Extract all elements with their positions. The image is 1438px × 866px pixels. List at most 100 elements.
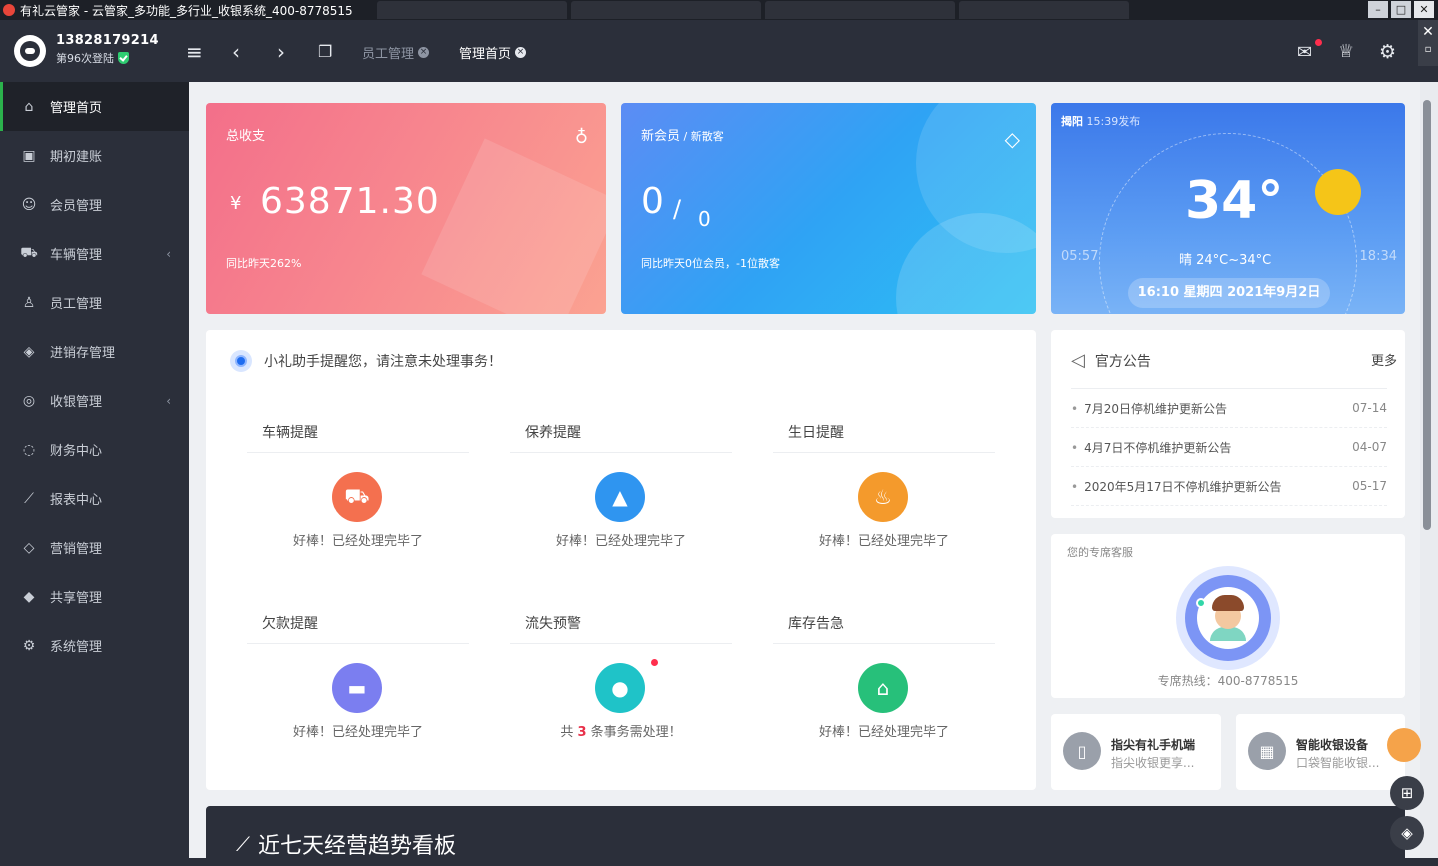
reminder-churn[interactable]: 流失预警 ● 共 3 条事务需处理！ [510,613,732,783]
account-phone: 13828179214 [56,33,159,48]
reminder-birthday[interactable]: 生日提醒 ♨ 好棒！已经处理完毕了 [773,422,995,592]
income-label: 总收支 [226,129,266,144]
list-item[interactable]: 7月20日停机维护更新公告 07-14 [1071,389,1387,428]
promo-title: 智能收银设备 [1296,738,1369,752]
weather-range: 晴 24°C~34°C [1179,253,1272,268]
reminder-maintenance[interactable]: 保养提醒 ▲ 好棒！已经处理完毕了 [510,422,732,592]
announcements-panel: ◁ 官方公告 更多 7月20日停机维护更新公告 07-14 4月7日不停机维护更… [1051,330,1405,518]
phone-icon: ▯ [1063,732,1101,770]
minimize-button[interactable]: – [1368,1,1388,18]
login-count: 第96次登陆 [56,50,159,66]
list-item[interactable]: 4月7日不停机维护更新公告 04-07 [1071,428,1387,467]
sidebar-item-system[interactable]: ⚙ 系统管理 [0,621,189,670]
reminder-message: 好棒！已经处理完毕了 [292,725,423,740]
online-dot [1196,598,1206,608]
tab-staff[interactable]: 员工管理 × [362,43,430,62]
more-link[interactable]: 更多 [1371,350,1397,369]
reminder-title: 库存告急 [788,616,844,632]
members-card[interactable]: 新会员 / 新散客 ◇ 0 / 0 同比昨天0位会员，-1位散客 [621,103,1036,314]
sidebar-item-marketing[interactable]: ◇ 营销管理 [0,523,189,572]
income-card[interactable]: 总收支 ♁ ¥ 63871.30 同比昨天262% [206,103,606,314]
reminder-message: 好棒！已经处理完毕了 [818,725,949,740]
income-value: 63871.30 [260,181,440,222]
churn-msg-post: 条事务需处理！ [590,725,682,740]
sidebar-item-staff[interactable]: ♙ 员工管理 [0,278,189,327]
service-label: 您的专席客服 [1067,546,1133,559]
sidebar-item-opening[interactable]: ▣ 期初建账 [0,131,189,180]
tab-home[interactable]: 管理首页 × [459,43,527,62]
trend-title: ⟋ 近七天经营趋势看板 [236,828,456,860]
weather-city: 揭阳 [1061,115,1083,128]
sidebar-item-members[interactable]: ☺ 会员管理 [0,180,189,229]
diamond-icon: ◇ [1004,127,1020,151]
customer-service-card: 您的专席客服 专席热线：400-8778515 [1051,534,1405,698]
sidebar-item-label: 会员管理 [50,199,103,214]
copy-icon[interactable]: ❐ [318,42,332,62]
promo-device[interactable]: ▦ 智能收银设备 口袋智能收银... [1236,714,1405,790]
card-decoration [896,213,1036,314]
tab-close-icon[interactable]: × [418,47,430,58]
reminder-stock[interactable]: 库存告急 ⌂ 好棒！已经处理完毕了 [773,613,995,783]
sidebar-item-label: 进销存管理 [50,346,116,361]
window-controls: – □ ✕ [1368,1,1434,18]
side-window-icon[interactable]: ▫ [1418,44,1438,55]
promo-subtitle: 口袋智能收银... [1296,756,1380,770]
reminder-vehicle[interactable]: 车辆提醒 ⛟ 好棒！已经处理完毕了 [247,422,469,592]
sidebar-item-finance[interactable]: ◌ 财务中心 [0,425,189,474]
sidebar-item-home[interactable]: ⌂ 管理首页 [0,82,189,131]
sidebar-item-reports[interactable]: ⟋ 报表中心 [0,474,189,523]
side-tools: ✕ ▫ [1418,20,1438,66]
close-button[interactable]: ✕ [1414,1,1434,18]
weather-temp: 34° [1185,171,1284,231]
vertical-scrollbar[interactable] [1420,82,1438,858]
home-icon: ⌂ [24,98,34,115]
browser-tab[interactable] [958,1,1129,19]
maximize-button[interactable]: □ [1391,1,1411,18]
list-item[interactable]: 2020年5月17日不停机维护更新公告 05-17 [1071,467,1387,506]
reminders-header: 小礼助手提醒您，请注意未处理事务！ [230,350,502,372]
alert-dot [651,659,658,666]
browser-tab[interactable] [570,1,761,19]
forward-icon[interactable]: › [277,42,285,62]
income-currency: ¥ [230,193,242,214]
scrollbar-thumb[interactable] [1423,100,1431,530]
mail-icon[interactable]: ✉ [1297,43,1312,63]
promo-subtitle: 指尖收银更享... [1111,756,1195,770]
main-content: 总收支 ♁ ¥ 63871.30 同比昨天262% 新会员 / 新散客 ◇ 0 … [189,82,1420,866]
menu-toggle-icon[interactable]: ≡ [186,42,203,62]
sidebar-item-label: 管理首页 [50,101,103,116]
helper-mascot-icon[interactable] [1387,728,1421,762]
finance-icon: ◌ [22,441,36,458]
sidebar-item-inventory[interactable]: ◈ 进销存管理 [0,327,189,376]
sidebar-item-label: 共享管理 [50,591,103,606]
sidebar-item-cashier[interactable]: ◎ 收银管理 ‹ [0,376,189,425]
calendar-icon: ▣ [22,147,36,164]
members-note: 同比昨天0位会员，-1位散客 [641,257,780,270]
sidebar-item-sharing[interactable]: ◆ 共享管理 [0,572,189,621]
theme-icon[interactable]: ♕ [1338,42,1354,62]
user-icon: ☺ [21,196,37,213]
settings-gear-icon[interactable]: ⚙ [1379,42,1396,62]
sun-icon [1315,169,1361,215]
announcements-header: ◁ 官方公告 [1071,350,1151,371]
reminder-message: 好棒！已经处理完毕了 [555,534,686,549]
sidebar-item-label: 财务中心 [50,444,103,459]
side-close-icon[interactable]: ✕ [1418,24,1438,40]
window-titlebar: 有礼云管家 - 云管家_多功能_多行业_收银系统_400-8778515 – □… [0,0,1438,20]
back-icon[interactable]: ‹ [232,42,240,62]
reminder-debt[interactable]: 欠款提醒 ▬ 好棒！已经处理完毕了 [247,613,469,783]
browser-tab[interactable] [764,1,955,19]
money-icon: ◎ [22,392,36,409]
tab-close-icon[interactable]: × [515,47,527,58]
sidebar-item-label: 营销管理 [50,542,103,557]
reminder-message: 好棒！已经处理完毕了 [818,534,949,549]
agent-avatar[interactable] [1176,566,1280,670]
verified-shield-icon [118,52,129,64]
browser-tab[interactable] [376,1,567,19]
apps-grid-icon[interactable]: ⊞ [1390,776,1424,810]
cube-icon[interactable]: ◈ [1390,816,1424,850]
card-icon: ▬ [332,663,382,713]
promo-mobile[interactable]: ▯ 指尖有礼手机端 指尖收银更享... [1051,714,1221,790]
sidebar-item-vehicles[interactable]: ⛟ 车辆管理 ‹ [0,229,189,278]
account-info[interactable]: 13828179214 第96次登陆 [56,33,159,66]
